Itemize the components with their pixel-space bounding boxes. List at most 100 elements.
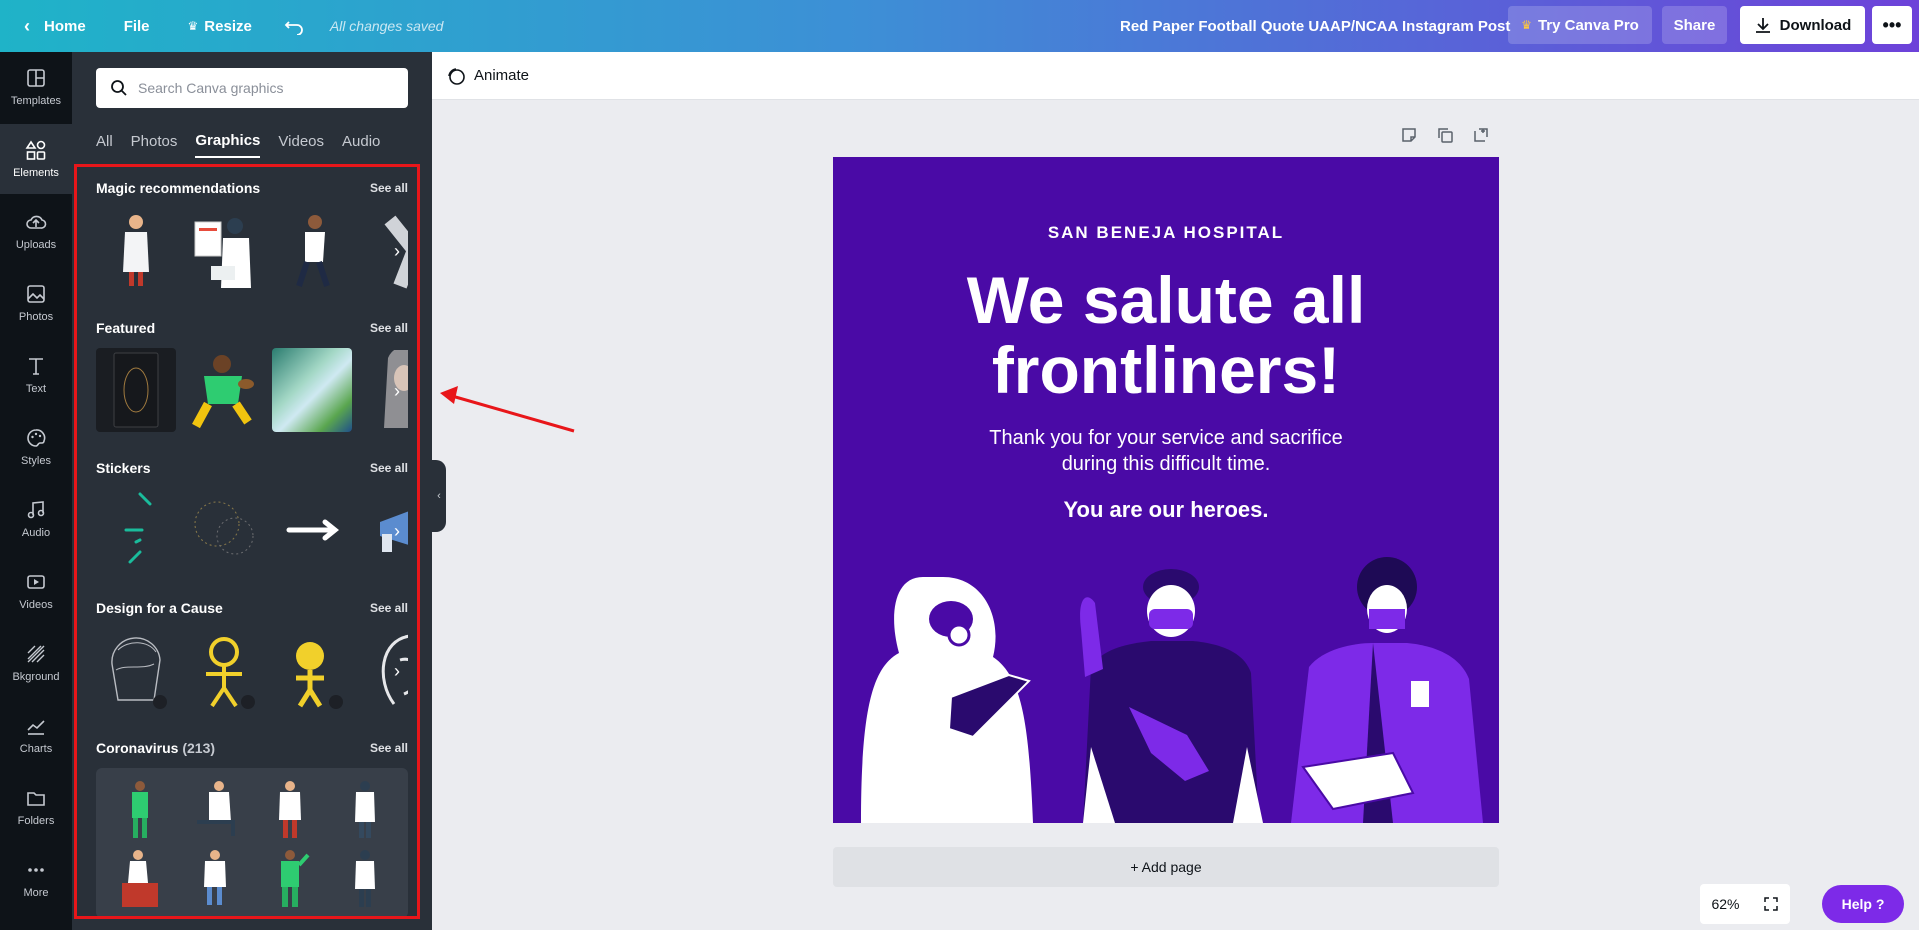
graphic-yellow-sun-kid[interactable] <box>184 628 264 712</box>
rail-label: Photos <box>18 311 54 323</box>
headline-line-2: frontliners! <box>991 333 1341 407</box>
sticker-white-arrow[interactable] <box>272 488 352 572</box>
rail-item-photos[interactable]: Photos <box>0 268 72 338</box>
section-title: Featured <box>96 320 156 336</box>
graphic-yellow-sun-kid-2[interactable] <box>272 628 352 712</box>
design-body-text[interactable]: Thank you for your service and sacrifice… <box>943 425 1389 477</box>
graphic-doctor-walking[interactable] <box>272 208 352 292</box>
graphic-doctor-standing[interactable] <box>252 774 327 843</box>
rail-item-bkground[interactable]: Bkground <box>0 628 72 698</box>
thumbnail-row: › <box>96 628 408 712</box>
scroll-right-button[interactable]: › <box>386 516 408 546</box>
graphic-nurse-waving[interactable] <box>252 843 327 912</box>
try-pro-button[interactable]: ♛ Try Canva Pro <box>1508 6 1652 44</box>
scroll-right-button[interactable]: › <box>386 376 408 406</box>
graphic-tarot-card[interactable] <box>96 348 176 432</box>
rail-label: Elements <box>13 167 59 179</box>
collapse-panel-button[interactable]: ‹ <box>432 460 446 532</box>
rail-label: More <box>23 887 49 899</box>
rail-label: Folders <box>17 815 55 827</box>
tab-graphics[interactable]: Graphics <box>195 124 261 158</box>
graphic-football-player[interactable] <box>184 348 264 432</box>
home-button[interactable]: ‹ Home <box>12 8 98 44</box>
duplicate-page-icon[interactable] <box>1436 126 1454 144</box>
share-button[interactable]: Share <box>1662 6 1727 44</box>
body-line-1: Thank you for your service and sacrifice <box>989 427 1343 449</box>
see-all-link[interactable]: See all <box>370 321 408 335</box>
undo-button[interactable] <box>272 8 316 44</box>
document-title[interactable]: Red Paper Football Quote UAAP/NCAA Insta… <box>1120 0 1510 52</box>
thumbnail-row: › <box>96 348 408 432</box>
search-input[interactable] <box>138 80 398 96</box>
rail-item-uploads[interactable]: Uploads <box>0 196 72 266</box>
scroll-right-button[interactable]: › <box>386 656 408 686</box>
text-icon <box>29 358 43 375</box>
thumbnail-row: › <box>96 488 408 572</box>
graphic-doctor-desk[interactable] <box>102 843 177 912</box>
add-page-icon[interactable] <box>1472 126 1490 144</box>
fullscreen-icon[interactable] <box>1763 896 1779 912</box>
rail-item-more[interactable]: More <box>0 844 72 914</box>
help-button[interactable]: Help ? <box>1822 885 1904 923</box>
rail-item-templates[interactable]: Templates <box>0 52 72 122</box>
image-icon <box>27 285 45 303</box>
animate-button[interactable]: Animate <box>446 66 529 86</box>
rail-item-text[interactable]: Text <box>0 340 72 410</box>
templates-icon <box>27 69 45 87</box>
download-icon <box>1755 18 1770 33</box>
zoom-level[interactable]: 62% <box>1711 896 1739 912</box>
undo-icon <box>284 21 303 35</box>
rail-item-charts[interactable]: Charts <box>0 700 72 770</box>
design-headline[interactable]: We salute all frontliners! <box>833 265 1499 405</box>
rail-item-folders[interactable]: Folders <box>0 772 72 842</box>
file-menu-button[interactable]: File <box>112 8 162 44</box>
download-button[interactable]: Download <box>1740 6 1865 44</box>
design-tagline[interactable]: You are our heroes. <box>833 497 1499 523</box>
graphic-scientist[interactable] <box>177 843 252 912</box>
zoom-control[interactable]: 62% <box>1700 884 1790 924</box>
scroll-right-button[interactable]: › <box>386 236 408 266</box>
rail-label: Styles <box>21 455 51 467</box>
see-all-link[interactable]: See all <box>370 181 408 195</box>
see-all-link[interactable]: See all <box>370 601 408 615</box>
rail-item-elements[interactable]: Elements <box>0 124 72 194</box>
rail-item-audio[interactable]: Audio <box>0 484 72 554</box>
frontliners-illustration[interactable] <box>833 557 1499 823</box>
chevron-right-icon: › <box>394 520 400 541</box>
tab-audio[interactable]: Audio <box>342 124 380 158</box>
headline-line-1: We salute all <box>966 263 1366 337</box>
section-title-text: Coronavirus <box>96 740 179 756</box>
section-title: Design for a Cause <box>96 600 223 616</box>
add-page-button[interactable]: + Add page <box>833 847 1499 887</box>
resize-button[interactable]: ♛ Resize <box>176 8 264 44</box>
graphic-doctor-female[interactable] <box>96 208 176 292</box>
graphic-sketch-woman[interactable] <box>96 628 176 712</box>
graphic-abstract-gradient[interactable] <box>272 348 352 432</box>
see-all-link[interactable]: See all <box>370 461 408 475</box>
section-coronavirus: Coronavirus (213) See all <box>96 738 408 918</box>
graphic-nurse-green[interactable] <box>102 774 177 843</box>
sticker-dotted-circles[interactable] <box>184 488 264 572</box>
section-title: Coronavirus (213) <box>96 740 215 756</box>
search-box[interactable] <box>96 68 408 108</box>
rail-label: Audio <box>21 527 51 539</box>
design-canvas[interactable]: SAN BENEJA HOSPITAL We salute all frontl… <box>833 157 1499 823</box>
save-status: All changes saved <box>329 18 444 34</box>
tab-all[interactable]: All <box>96 124 113 158</box>
rail-item-styles[interactable]: Styles <box>0 412 72 482</box>
design-hospital-name[interactable]: SAN BENEJA HOSPITAL <box>833 223 1499 243</box>
graphic-doctor-tall[interactable] <box>327 774 402 843</box>
note-icon[interactable] <box>1400 126 1418 144</box>
graphic-doctor-chart[interactable] <box>184 208 264 292</box>
sticker-green-dashes[interactable] <box>96 488 176 572</box>
tab-photos[interactable]: Photos <box>131 124 178 158</box>
graphic-doctor-sitting[interactable] <box>177 774 252 843</box>
rail-item-videos[interactable]: Videos <box>0 556 72 626</box>
graphic-doctor-clipboard[interactable] <box>327 843 402 912</box>
see-all-link[interactable]: See all <box>370 741 408 755</box>
elements-icon <box>25 140 46 160</box>
top-bar: ‹ Home File ♛ Resize All changes saved R… <box>0 0 1919 52</box>
crown-icon: ♛ <box>187 19 199 33</box>
more-options-button[interactable]: ••• <box>1872 6 1912 44</box>
tab-videos[interactable]: Videos <box>278 124 324 158</box>
